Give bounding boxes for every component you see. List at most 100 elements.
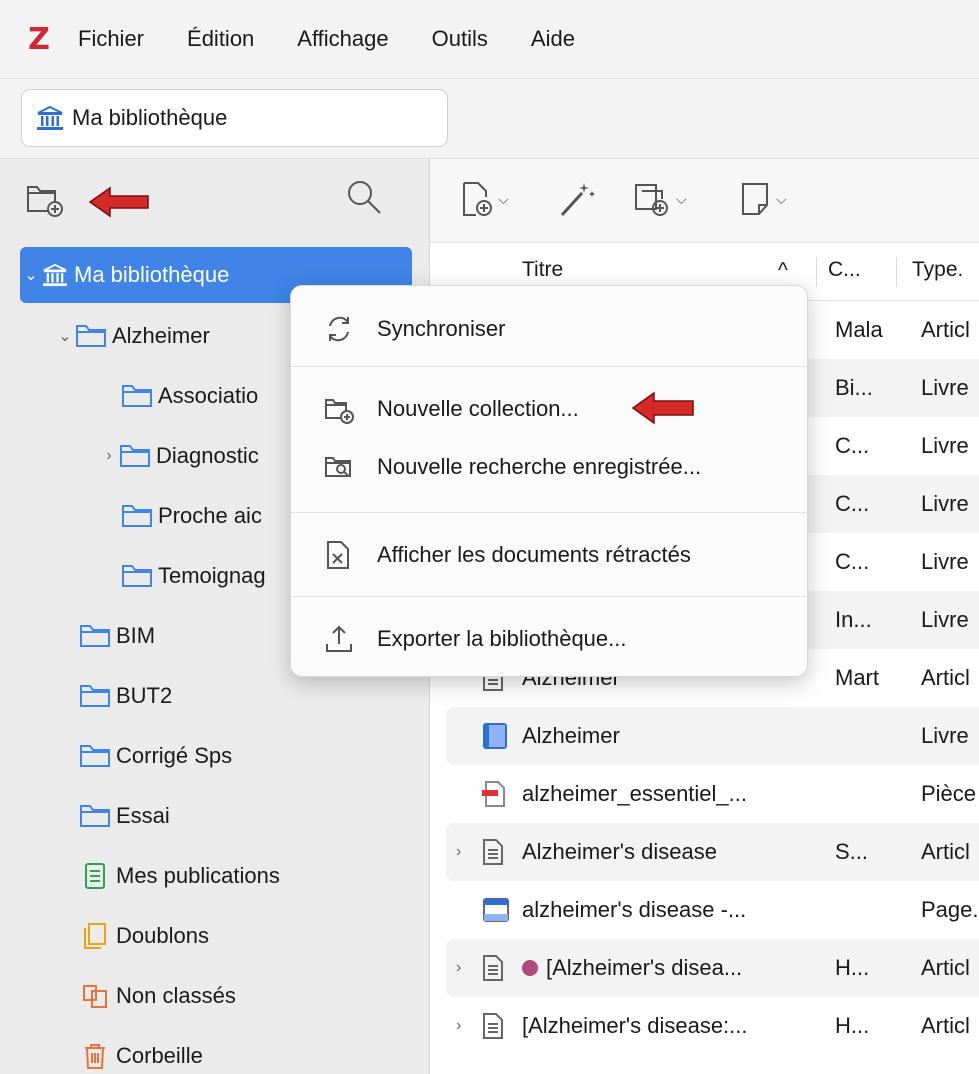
menu-outils[interactable]: Outils [432,26,488,52]
menu-separator [291,596,809,597]
folder-icon [76,324,106,348]
folder-icon [80,804,110,828]
column-creator[interactable]: C... [828,258,861,282]
new-note-button[interactable]: ⌵ [740,181,787,217]
library-icon [42,263,68,287]
item-row[interactable]: alzheimer_essentiel_... Pièce [446,765,979,823]
item-title: [Alzheimer's disea... [546,955,743,980]
tree-item-my-publications[interactable]: Mes publications [20,847,412,905]
tag-color-dot [522,960,538,976]
item-creator: S... [835,839,869,864]
menu-affichage[interactable]: Affichage [297,26,388,52]
new-collection-icon [324,394,356,430]
sort-ascending-icon[interactable]: ^ [778,259,788,283]
tree-item-essai[interactable]: Essai [20,787,412,845]
tree-item-unfiled[interactable]: Non classés [20,967,412,1025]
zotero-logo: Z [28,21,50,57]
menu-separator [291,366,809,367]
article-icon [482,1012,504,1046]
chevron-down-icon: ⌵ [776,190,787,207]
item-type: Livre [921,607,969,632]
item-type: Pièce [921,781,977,806]
folder-icon [120,444,150,468]
webpage-icon [482,896,510,930]
chevron-right-icon[interactable]: › [456,1017,461,1035]
item-creator: Mala [835,317,883,342]
item-type: Livre [921,723,969,748]
folder-icon [80,684,110,708]
menu-fichier[interactable]: Fichier [78,26,144,52]
article-icon [482,838,504,872]
new-item-icon [463,182,492,216]
add-attachment-button[interactable]: ⌵ [634,181,687,217]
menu-bar: Z Fichier Édition Affichage Outils Aide [0,0,979,78]
new-item-button[interactable]: ⌵ [460,181,509,217]
menu-item-export-library[interactable]: Exporter la bibliothèque... [291,610,809,668]
publications-icon [80,863,110,889]
sync-icon [324,314,354,350]
tree-item-label: BUT2 [116,683,173,708]
menu-separator [291,512,809,513]
folder-icon [122,504,152,528]
folder-icon [80,624,110,648]
item-type: Articl [921,839,970,864]
unfiled-icon [80,983,110,1009]
collections-toolbar [0,159,430,241]
chevron-down-icon: ⌵ [676,190,687,207]
column-divider[interactable] [896,257,897,287]
chevron-right-icon[interactable]: › [98,447,120,465]
tree-item-label: Alzheimer [112,323,210,348]
tab-bar: Ma bibliothèque [0,78,979,158]
menu-item-show-retracted[interactable]: Afficher les documents rétractés [291,526,809,584]
folder-icon [80,744,110,768]
trash-icon [80,1043,110,1069]
menu-edition[interactable]: Édition [187,26,254,52]
new-note-icon [742,183,768,215]
tab-library[interactable]: Ma bibliothèque [21,89,448,147]
item-creator: In... [835,607,872,632]
tree-item-label: Doublons [116,923,209,948]
item-type: Page. [921,897,979,922]
new-collection-icon[interactable] [25,179,65,222]
item-type: Livre [921,433,969,458]
item-title: Alzheimer [522,723,620,748]
item-creator: C... [835,491,870,516]
column-title[interactable]: Titre [522,258,563,282]
export-icon [324,624,354,660]
tree-item-duplicates[interactable]: Doublons [20,907,412,965]
column-type[interactable]: Type. [912,258,963,282]
menu-item-new-collection[interactable]: Nouvelle collection... [291,380,809,438]
chevron-down-icon[interactable]: ⌄ [54,326,76,346]
item-row[interactable]: › Alzheimer's disease S... Articl [446,823,979,881]
retracted-icon [324,540,352,576]
tree-item-label: BIM [116,623,156,648]
item-row[interactable]: › [Alzheimer's disease:... H... Articl [446,997,979,1055]
menu-item-sync[interactable]: Synchroniser [291,300,809,358]
menu-item-new-saved-search[interactable]: Nouvelle recherche enregistrée... [291,438,809,496]
item-type: Articl [921,1013,970,1038]
chevron-down-icon[interactable]: ⌄ [20,265,42,285]
item-title: Alzheimer's disease [522,839,717,864]
column-divider[interactable] [816,257,817,287]
add-by-identifier-button[interactable] [558,181,598,217]
menu-aide[interactable]: Aide [531,26,575,52]
tree-item-label: Essai [116,803,170,828]
tree-item-trash[interactable]: Corbeille [20,1027,412,1074]
item-title: alzheimer_essentiel_... [522,781,748,806]
search-icon[interactable] [344,177,384,222]
saved-search-icon [324,452,356,488]
tree-item-label: Temoignag [158,563,266,588]
item-row[interactable]: Alzheimer Livre [446,707,979,765]
folder-icon [122,564,152,588]
tree-item-label: Non classés [116,983,236,1008]
chevron-right-icon[interactable]: › [456,843,461,861]
chevron-right-icon[interactable]: › [456,959,461,977]
menu-item-label: Synchroniser [377,316,506,341]
tree-item-label: Diagnostic [156,443,259,468]
menu-item-label: Nouvelle collection... [377,396,579,421]
item-creator: Bi... [835,375,873,400]
item-row[interactable]: alzheimer's disease -... Page. [446,881,979,939]
tree-item-corrige-sps[interactable]: Corrigé Sps [20,727,412,785]
item-row[interactable]: › [Alzheimer's disea... H... Articl [446,939,979,997]
item-title: alzheimer's disease -... [522,897,747,922]
